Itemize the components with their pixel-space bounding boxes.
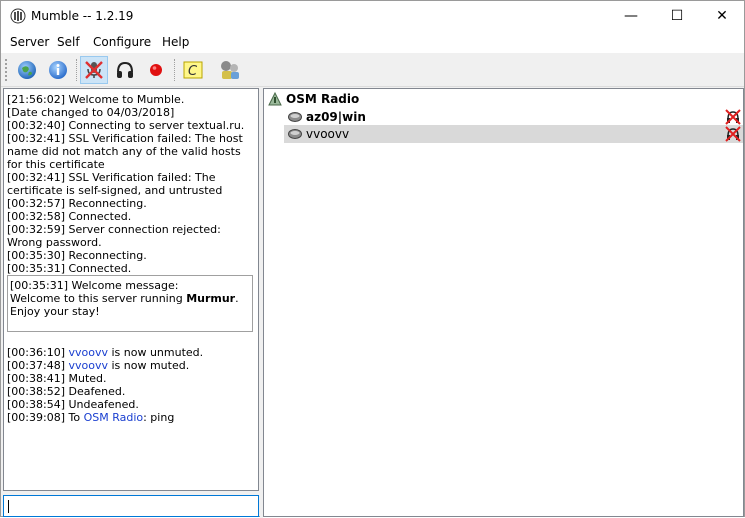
event-time: [00:36:10] [7,346,69,359]
deafen-headphones-icon [117,61,133,78]
channel-icon [268,91,282,106]
log-line: [00:35:30] Reconnecting. [7,249,147,262]
log-event: [00:38:41] Muted. [7,372,107,385]
user-name: vvoovv [306,127,350,141]
welcome-line: Welcome to this server running Murmur. [10,292,239,305]
window-title: Mumble -- 1.2.19 [31,9,134,23]
globe-connect-icon [18,61,36,79]
record-button[interactable] [142,56,170,84]
minimize-button[interactable]: — [608,1,654,31]
event-text: Muted. [68,372,107,385]
log-line: [00:32:41] SSL Verification failed: The … [7,171,223,197]
toolbar-separator [174,59,175,81]
toolbar-grip[interactable] [5,59,8,81]
event-time: [00:38:52] [7,385,69,398]
log-line: [00:32:59] Server connection rejected: W… [7,223,221,249]
record-icon [150,64,162,76]
toolbar: C [1,53,744,87]
log-event: [00:38:54] Undeafened. [7,398,139,411]
welcome-message-box: [00:35:31] Welcome message: Welcome to t… [7,275,253,332]
info-button[interactable] [44,56,72,84]
event-text: is now unmuted. [107,346,204,359]
audio-wizard-button[interactable] [216,56,244,84]
log-event: [00:39:08] To OSM Radio: ping [7,411,174,424]
channel-name: OSM Radio [286,92,360,106]
server-software-name: Murmur [186,292,236,305]
log-line: [00:32:41] SSL Verification failed: The … [7,132,243,171]
close-button[interactable]: ✕ [699,1,745,31]
welcome-text-suffix: . [235,292,239,305]
log-line: [Date changed to 04/03/2018] [7,106,175,119]
muted-deafened-status-icon [725,126,741,142]
welcome-line: Enjoy your stay! [10,305,100,318]
event-text: Deafened. [68,385,126,398]
connect-button[interactable] [13,56,41,84]
toolbar-separator [76,59,77,81]
user-row[interactable]: az09|win [264,108,743,126]
menu-help[interactable]: Help [162,35,189,49]
channel-row[interactable]: OSM Radio [264,90,743,108]
menu-configure[interactable]: Configure [93,35,151,49]
menu-server[interactable]: Server [10,35,49,49]
mute-self-button[interactable] [80,56,108,84]
log-line: [00:32:57] Reconnecting. [7,197,147,210]
log-line: [00:35:31] Connected. [7,262,132,275]
welcome-header: [00:35:31] Welcome message: [10,279,179,292]
user-link[interactable]: vvoovv [68,346,108,359]
channel-link[interactable]: OSM Radio [84,411,144,424]
user-talking-off-icon [288,112,302,122]
user-name: az09|win [306,110,366,124]
title-bar[interactable]: Mumble -- 1.2.19 — ☐ ✕ [1,1,744,31]
mute-self-icon [85,61,103,79]
user-tree[interactable]: OSM Radio az09|win vvoovv [263,88,744,517]
text-caret [8,500,9,513]
user-link[interactable]: vvoovv [68,359,108,372]
event-time: [00:38:41] [7,372,69,385]
event-text: : ping [143,411,175,424]
mumble-logo-icon [10,8,26,24]
log-event: [00:37:48] vvoovv is now muted. [7,359,189,372]
menu-bar: Server Self Configure Help [1,31,744,53]
user-talking-off-icon [288,129,302,139]
muted-deafened-status-icon [725,109,741,125]
menu-self[interactable]: Self [57,35,80,49]
event-time: [00:37:48] [7,359,69,372]
audio-wizard-icon [221,61,239,79]
log-line: [00:32:40] Connecting to server textual.… [7,119,245,132]
maximize-button[interactable]: ☐ [654,1,700,31]
user-row-selected[interactable]: vvoovv [284,125,743,143]
comment-button[interactable]: C [179,56,207,84]
event-time: [00:39:08] To [7,411,84,424]
chat-input[interactable] [3,495,259,517]
info-icon [49,61,67,79]
comment-icon: C [183,61,203,79]
deafen-button[interactable] [111,56,139,84]
chat-log[interactable]: [21:56:02] Welcome to Mumble. [Date chan… [3,88,259,491]
svg-text:C: C [188,64,198,79]
log-event: [00:38:52] Deafened. [7,385,125,398]
event-text: is now muted. [107,359,190,372]
log-line: [00:32:58] Connected. [7,210,132,223]
log-line: [21:56:02] Welcome to Mumble. [7,93,185,106]
log-event: [00:36:10] vvoovv is now unmuted. [7,346,203,359]
mumble-window: Mumble -- 1.2.19 — ☐ ✕ Server Self Confi… [0,0,745,518]
welcome-text: Welcome to this server running [10,292,187,305]
event-time: [00:38:54] [7,398,69,411]
event-text: Undeafened. [68,398,139,411]
